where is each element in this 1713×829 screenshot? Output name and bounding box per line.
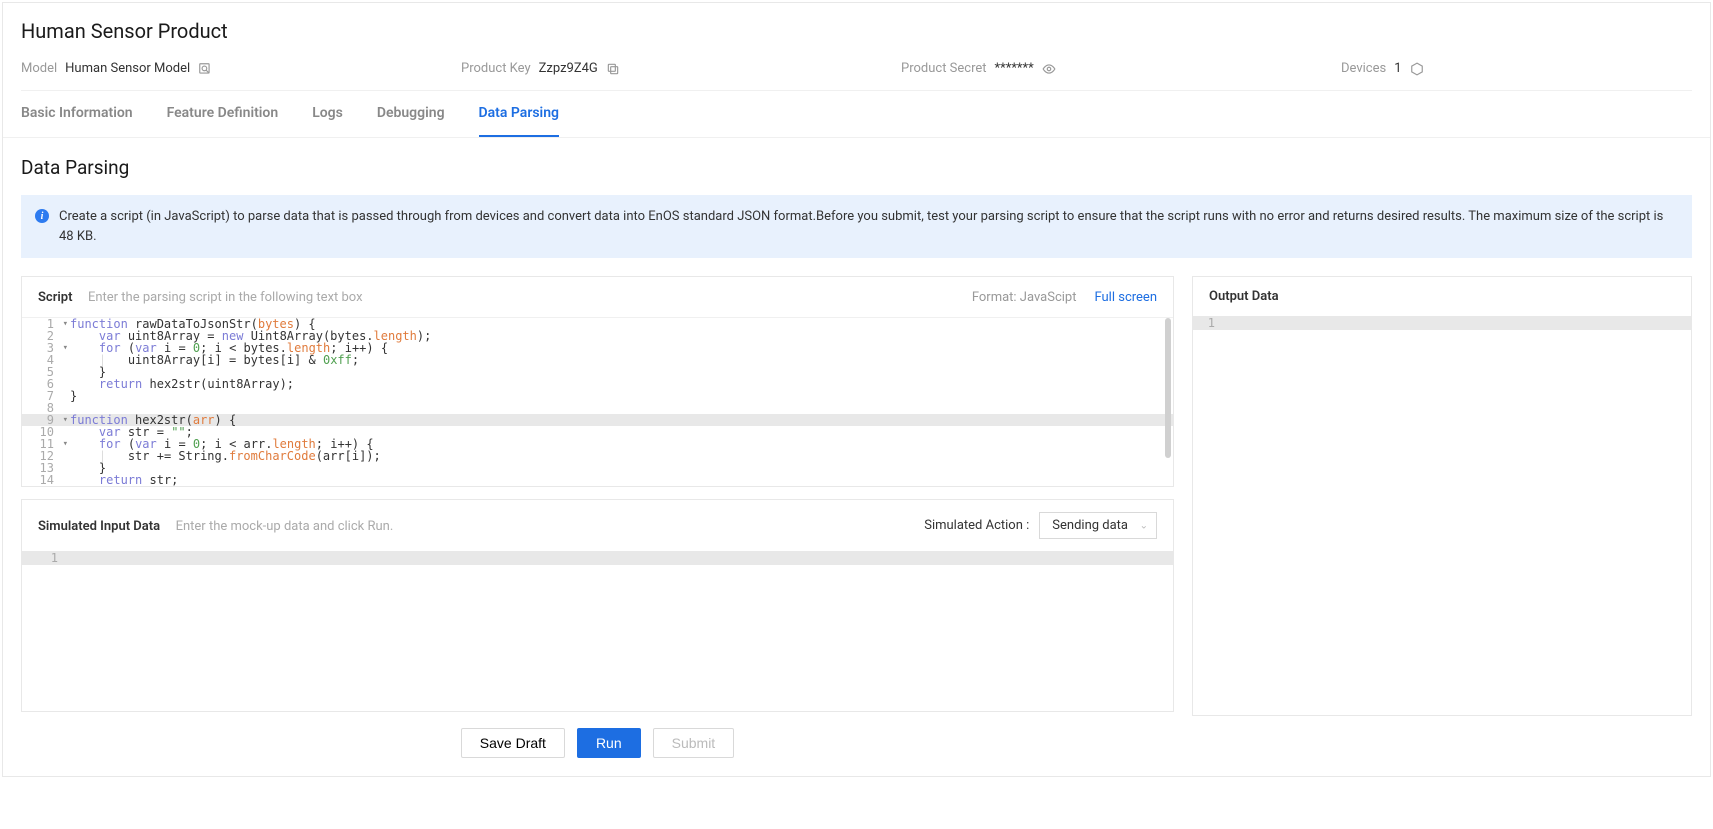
info-text: Create a script (in JavaScript) to parse… — [59, 207, 1678, 246]
gutter-line: 3▾ — [22, 342, 70, 354]
product-meta-row: Model Human Sensor Model Product Key Zzp… — [21, 61, 1692, 91]
fold-icon[interactable]: ▾ — [63, 342, 68, 354]
script-editor[interactable]: 1▾ 2 3▾ 4 5 6 7 8 9▾ 10 11▾ 12 1 — [22, 318, 1173, 486]
submit-button[interactable]: Submit — [653, 728, 735, 758]
simulated-action-select[interactable]: Sending data ⌄ — [1039, 512, 1157, 539]
scrollbar[interactable] — [1165, 318, 1171, 458]
product-secret-value: ******* — [995, 61, 1034, 76]
tab-logs[interactable]: Logs — [312, 91, 343, 137]
fold-icon[interactable]: ▾ — [63, 438, 68, 450]
select-value: Sending data — [1052, 518, 1128, 533]
page-title: Human Sensor Product — [21, 19, 1692, 43]
gutter-line: 14 — [22, 474, 70, 486]
info-icon: i — [35, 209, 49, 223]
fold-icon[interactable]: ▾ — [63, 318, 68, 330]
search-icon[interactable] — [198, 62, 212, 76]
save-draft-button[interactable]: Save Draft — [461, 728, 565, 758]
tab-feature-definition[interactable]: Feature Definition — [167, 91, 279, 137]
script-panel-title: Script — [38, 290, 72, 305]
output-editor[interactable]: 1 — [1193, 316, 1691, 710]
chevron-down-icon: ⌄ — [1140, 520, 1148, 531]
simulated-input-editor[interactable]: 1 — [22, 551, 1173, 711]
product-key-label: Product Key — [461, 61, 531, 76]
gutter-line: 1▾ — [22, 318, 70, 330]
devices-label: Devices — [1341, 61, 1386, 76]
input-panel-title: Simulated Input Data — [38, 519, 160, 534]
eye-icon[interactable] — [1042, 62, 1056, 76]
info-banner: i Create a script (in JavaScript) to par… — [21, 195, 1692, 258]
script-panel-subtitle: Enter the parsing script in the followin… — [88, 290, 363, 305]
model-value: Human Sensor Model — [65, 61, 190, 76]
gutter-line: 1 — [1193, 316, 1223, 330]
gutter-line: 7 — [22, 390, 70, 402]
copy-icon[interactable] — [606, 62, 620, 76]
simulated-action-label: Simulated Action : — [924, 518, 1029, 533]
gutter-line: 4 — [22, 354, 70, 366]
tab-bar: Basic Information Feature Definition Log… — [3, 91, 1710, 137]
gutter-line: 6 — [22, 378, 70, 390]
section-title: Data Parsing — [21, 156, 1692, 179]
model-label: Model — [21, 61, 57, 76]
tab-basic-information[interactable]: Basic Information — [21, 91, 133, 137]
fold-icon[interactable]: ▾ — [63, 414, 68, 426]
input-panel-subtitle: Enter the mock-up data and click Run. — [176, 519, 394, 534]
tab-debugging[interactable]: Debugging — [377, 91, 445, 137]
format-label: Format: JavaScipt — [972, 290, 1077, 305]
fullscreen-link[interactable]: Full screen — [1094, 290, 1157, 305]
hexagon-icon[interactable] — [1410, 62, 1424, 76]
product-key-value: Zzpz9Z4G — [539, 61, 598, 76]
gutter-line: 5 — [22, 366, 70, 378]
tab-data-parsing[interactable]: Data Parsing — [479, 91, 559, 137]
output-panel-title: Output Data — [1209, 289, 1279, 304]
run-button[interactable]: Run — [577, 728, 641, 758]
simulated-input-panel: Simulated Input Data Enter the mock-up d… — [21, 499, 1174, 712]
product-secret-label: Product Secret — [901, 61, 987, 76]
script-panel: Script Enter the parsing script in the f… — [21, 276, 1174, 487]
gutter-line: 1 — [22, 551, 70, 565]
devices-value: 1 — [1394, 61, 1401, 76]
output-panel: Output Data 1 — [1192, 276, 1692, 716]
